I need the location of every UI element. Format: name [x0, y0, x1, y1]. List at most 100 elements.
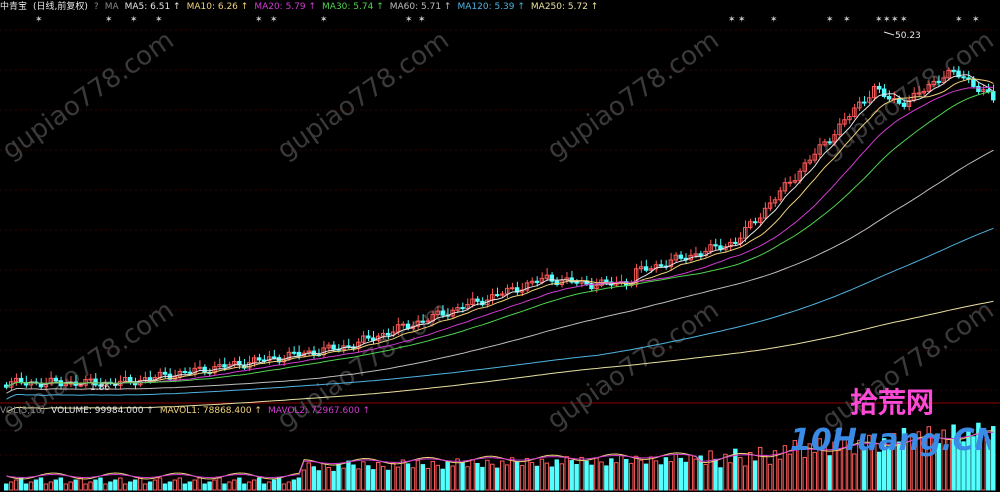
candle-body	[713, 244, 718, 247]
volume-bar	[619, 455, 624, 491]
volume-bar	[266, 481, 272, 491]
volume-bar	[256, 477, 262, 491]
event-marker-icon: ✶	[826, 15, 834, 25]
candle-body	[986, 89, 991, 93]
watermark-text: gupiao778.com	[817, 25, 1000, 165]
candle-body	[574, 281, 579, 284]
volume-bar	[599, 461, 604, 491]
volume-bar	[311, 466, 316, 491]
volume-bar	[524, 458, 530, 491]
volume-bar	[440, 468, 445, 491]
candle-body	[346, 345, 351, 348]
volume-bar	[509, 457, 515, 491]
ma-legend-item: MA120: 5.39 ↑	[457, 2, 525, 12]
volume-bar	[757, 446, 763, 491]
volume-bar	[18, 477, 24, 491]
volume-bar	[271, 479, 277, 491]
volume-bar	[485, 459, 490, 491]
volume-bar	[23, 483, 29, 491]
volume-bar	[633, 455, 639, 491]
volume-bar	[604, 465, 609, 491]
volume-bar	[544, 462, 550, 491]
volume-bar	[58, 477, 64, 491]
volume-bar	[53, 479, 59, 491]
candle-body	[951, 69, 956, 72]
ma-label: MA	[104, 2, 119, 12]
ma-legend-item: MA60: 5.71 ↑	[389, 2, 452, 12]
ma-legend: MA5: 6.51 ↑ MA10: 6.26 ↑ MA20: 5.79 ↑ MA30:…	[125, 2, 605, 12]
volume-bar	[643, 463, 649, 491]
volume-bar	[504, 464, 510, 491]
volume-bar	[361, 461, 366, 491]
candle-body	[733, 241, 738, 244]
candle-body	[916, 92, 922, 95]
candle-body	[971, 78, 976, 87]
volume-bar	[336, 463, 341, 491]
candle-body	[271, 356, 277, 359]
event-marker-icon: ✶	[155, 15, 163, 25]
candle-body	[495, 294, 500, 297]
watermark-text: gupiao778.com	[0, 25, 179, 165]
stock-name: 中青宝	[0, 2, 28, 12]
candle-body	[162, 371, 168, 375]
volume-bar	[316, 470, 321, 491]
volume-bar	[291, 479, 297, 491]
volume-bar	[445, 461, 450, 491]
candle-body	[291, 351, 297, 354]
volume-bar	[668, 461, 674, 491]
volume-bar	[514, 461, 520, 491]
volume-bar	[767, 463, 773, 491]
volume-bar	[638, 459, 644, 491]
event-marker-icon: ✶	[770, 15, 778, 25]
volume-bar	[28, 481, 34, 491]
event-marker-icon: ✶	[972, 15, 980, 25]
volume-bar	[827, 455, 832, 491]
candle-body	[991, 91, 996, 101]
volume-bar	[380, 465, 386, 491]
event-marker-icon: ✶	[320, 15, 328, 25]
volume-bar	[390, 462, 396, 491]
event-marker-icon: ✶	[255, 15, 263, 25]
candle-body	[678, 254, 684, 259]
volume-bar	[460, 462, 465, 491]
volume-bar	[351, 464, 356, 491]
event-marker-icon: ✶	[843, 15, 851, 25]
volume-bar	[723, 453, 728, 491]
volume-bar	[400, 459, 406, 491]
volume-bar	[589, 464, 594, 491]
volume-bar	[306, 462, 312, 491]
volume-bar	[232, 479, 237, 491]
candle-body	[862, 101, 867, 104]
volume-legend-item: MAVOL1: 78868.400 ↑	[159, 406, 262, 416]
candle-body	[331, 344, 336, 350]
volume-bar	[356, 468, 361, 491]
volume-legend-item: VOLUME: 99984.000 ↑	[51, 406, 154, 416]
volume-bar	[247, 481, 252, 491]
candle-body	[901, 102, 907, 107]
high-price-pointer	[883, 31, 895, 36]
event-marker-icon: ✶	[891, 15, 899, 25]
volume-bar	[420, 464, 426, 491]
volume-bar	[222, 483, 227, 491]
volume-bar	[470, 459, 475, 491]
volume-bar	[331, 470, 336, 491]
low-price-label: 1.86	[90, 383, 110, 393]
volume-bar	[341, 467, 346, 491]
volume-bar	[579, 456, 584, 491]
candle-body	[128, 376, 133, 383]
volume-bar	[167, 481, 173, 491]
volume-bar	[326, 467, 331, 491]
candle-body	[604, 279, 609, 283]
volume-bar	[430, 460, 436, 491]
ma-legend-item: MA10: 6.26 ↑	[186, 2, 249, 12]
volume-bar	[564, 456, 569, 491]
volume-bar	[584, 460, 589, 491]
volume-bar	[296, 477, 302, 491]
help-button[interactable]: ?	[94, 2, 99, 12]
candle-body	[53, 377, 59, 382]
candle-body	[881, 88, 887, 97]
volume-bar	[450, 465, 455, 491]
volume-bar	[108, 481, 113, 491]
volume-bar	[182, 483, 188, 491]
volume-bar	[142, 483, 148, 491]
